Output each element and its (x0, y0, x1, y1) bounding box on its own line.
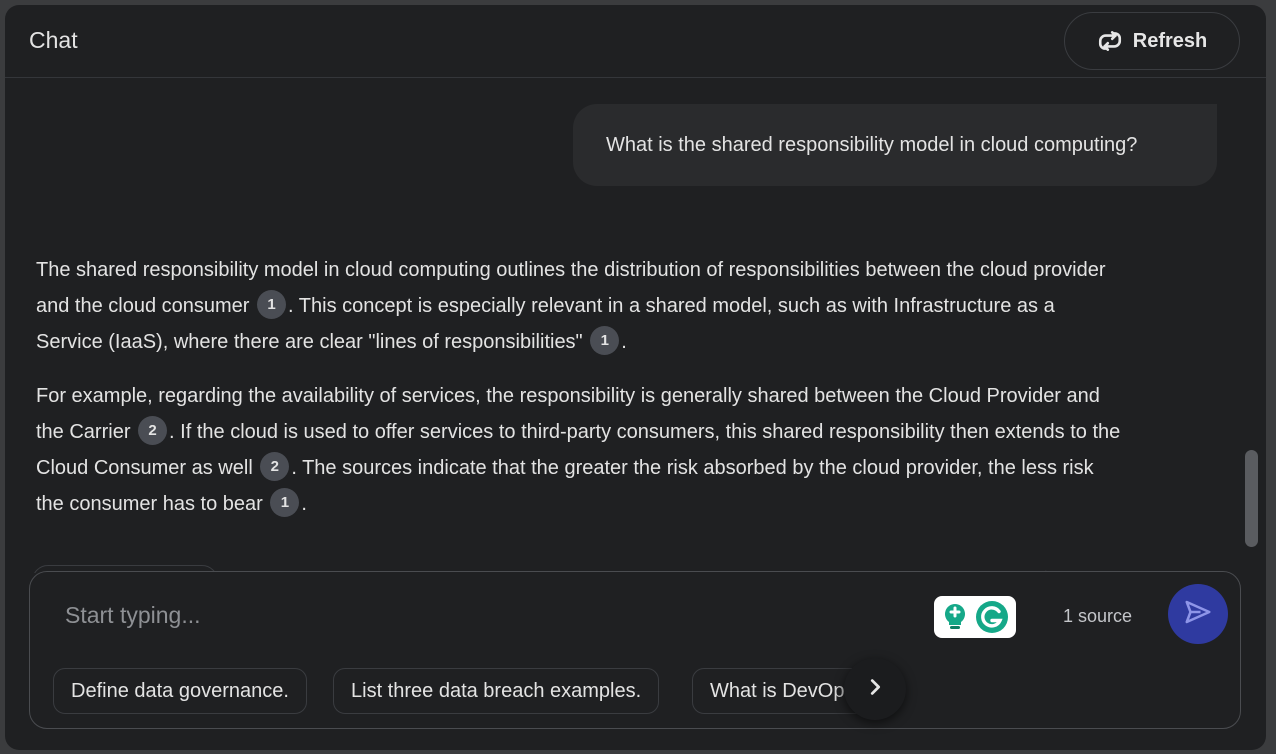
refresh-button[interactable]: Refresh (1064, 12, 1240, 70)
citation-badge[interactable]: 2 (260, 452, 290, 482)
grammarly-icon (975, 600, 1009, 639)
send-button[interactable] (1168, 584, 1228, 644)
assistant-answer: The shared responsibility model in cloud… (36, 252, 1126, 540)
page-title: Chat (29, 27, 78, 53)
answer-text: . (621, 331, 627, 353)
citation-badge[interactable]: 1 (257, 290, 287, 320)
chat-header: Chat Refresh (5, 5, 1266, 78)
send-icon (1183, 597, 1213, 632)
suggestion-chip[interactable]: List three data breach examples. (333, 668, 660, 714)
chat-panel: Chat Refresh What is the shared responsi… (5, 5, 1266, 750)
citation-badge[interactable]: 1 (590, 326, 620, 356)
user-message: What is the shared responsibility model … (573, 104, 1217, 186)
answer-text: . (301, 493, 307, 515)
refresh-label: Refresh (1132, 29, 1208, 52)
chevron-right-icon (864, 676, 886, 703)
scrollbar-thumb[interactable] (1245, 450, 1258, 547)
citation-badge[interactable]: 1 (270, 488, 300, 518)
answer-paragraph: The shared responsibility model in cloud… (36, 252, 1126, 360)
citation-badge[interactable]: 2 (138, 416, 168, 446)
user-message-text: What is the shared responsibility model … (606, 133, 1138, 156)
suggestion-chips: Define data governance. List three data … (53, 668, 903, 720)
composer: 1 source Define data governance. List th… (29, 571, 1241, 729)
lightbulb-icon (940, 602, 970, 637)
suggestion-chip[interactable]: Define data governance. (53, 668, 307, 714)
chips-next-button[interactable] (844, 658, 906, 720)
grammarly-widget[interactable] (934, 596, 1016, 638)
message-list[interactable]: What is the shared responsibility model … (5, 78, 1266, 573)
chat-input[interactable] (63, 596, 607, 634)
source-count: 1 source (1063, 606, 1133, 626)
answer-paragraph: For example, regarding the availability … (36, 378, 1126, 522)
refresh-icon (1097, 28, 1123, 54)
